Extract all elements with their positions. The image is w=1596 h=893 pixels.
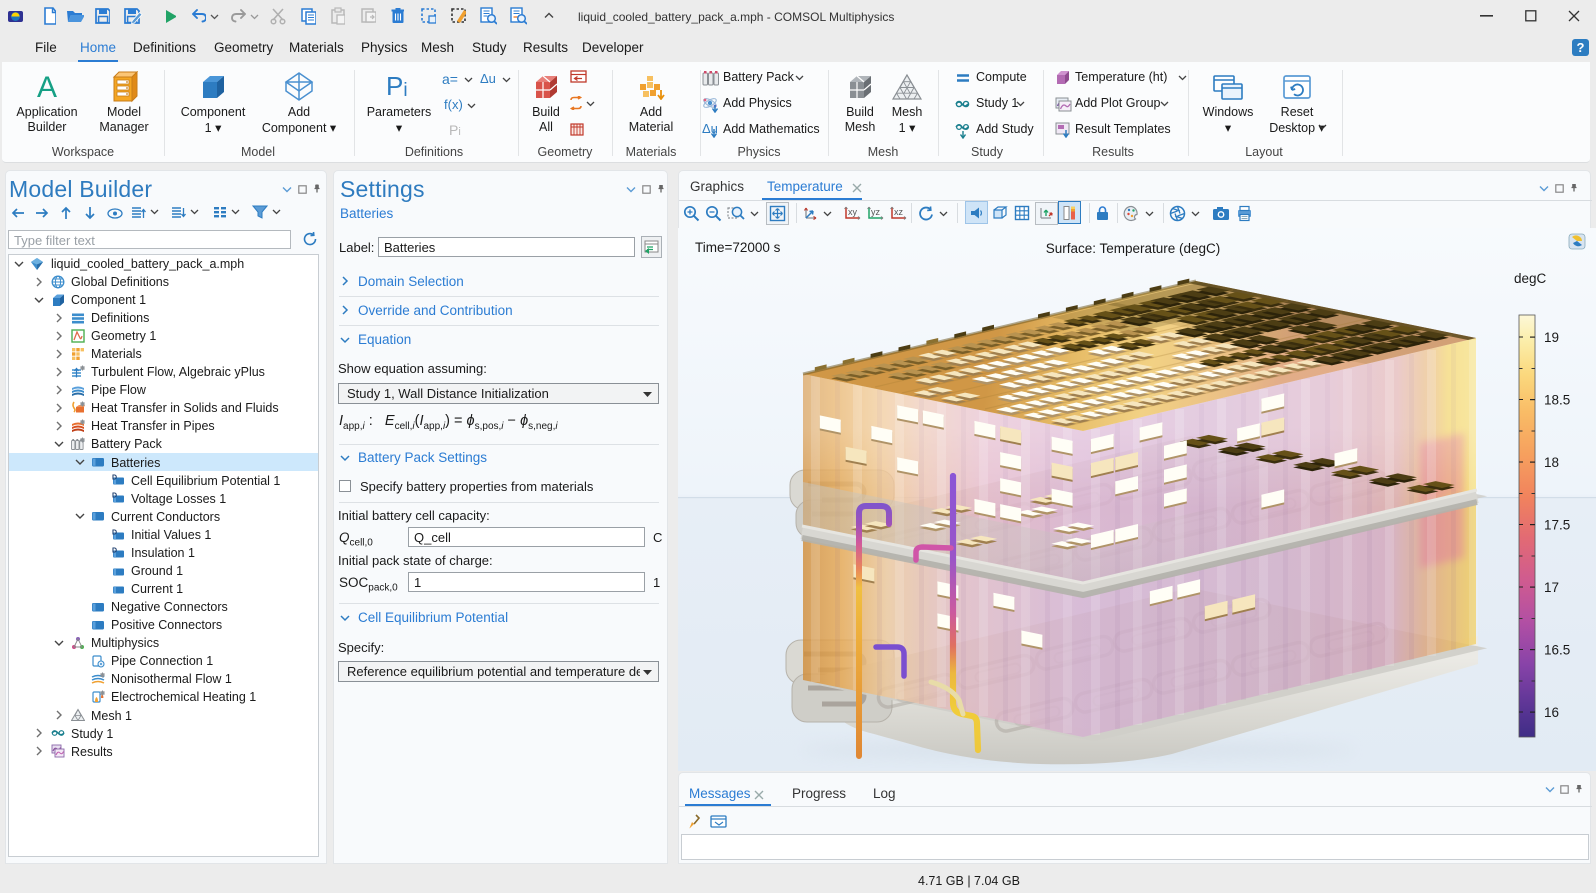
svg-text:degC: degC bbox=[1514, 271, 1547, 286]
svg-text:xz: xz bbox=[894, 207, 904, 217]
svg-text:18.5: 18.5 bbox=[1544, 393, 1570, 408]
svg-text:19: 19 bbox=[1544, 330, 1559, 345]
svg-text:16: 16 bbox=[1544, 705, 1559, 720]
svg-text:17: 17 bbox=[1544, 580, 1559, 595]
svg-text:18: 18 bbox=[1544, 455, 1559, 470]
svg-text:16.5: 16.5 bbox=[1544, 643, 1570, 658]
svg-text:xy: xy bbox=[848, 207, 858, 217]
svg-text:yz: yz bbox=[871, 207, 881, 217]
svg-text:Time=72000 s: Time=72000 s bbox=[695, 240, 781, 255]
svg-text:A: A bbox=[37, 71, 57, 103]
svg-text:D: D bbox=[112, 547, 117, 554]
svg-text:D: D bbox=[112, 493, 117, 500]
svg-text:Pi: Pi bbox=[386, 72, 408, 101]
svg-text:Surface: Temperature (degC): Surface: Temperature (degC) bbox=[1046, 241, 1221, 256]
svg-text:17.5: 17.5 bbox=[1544, 518, 1570, 533]
svg-text:D: D bbox=[112, 529, 117, 536]
svg-text:D: D bbox=[112, 475, 117, 482]
